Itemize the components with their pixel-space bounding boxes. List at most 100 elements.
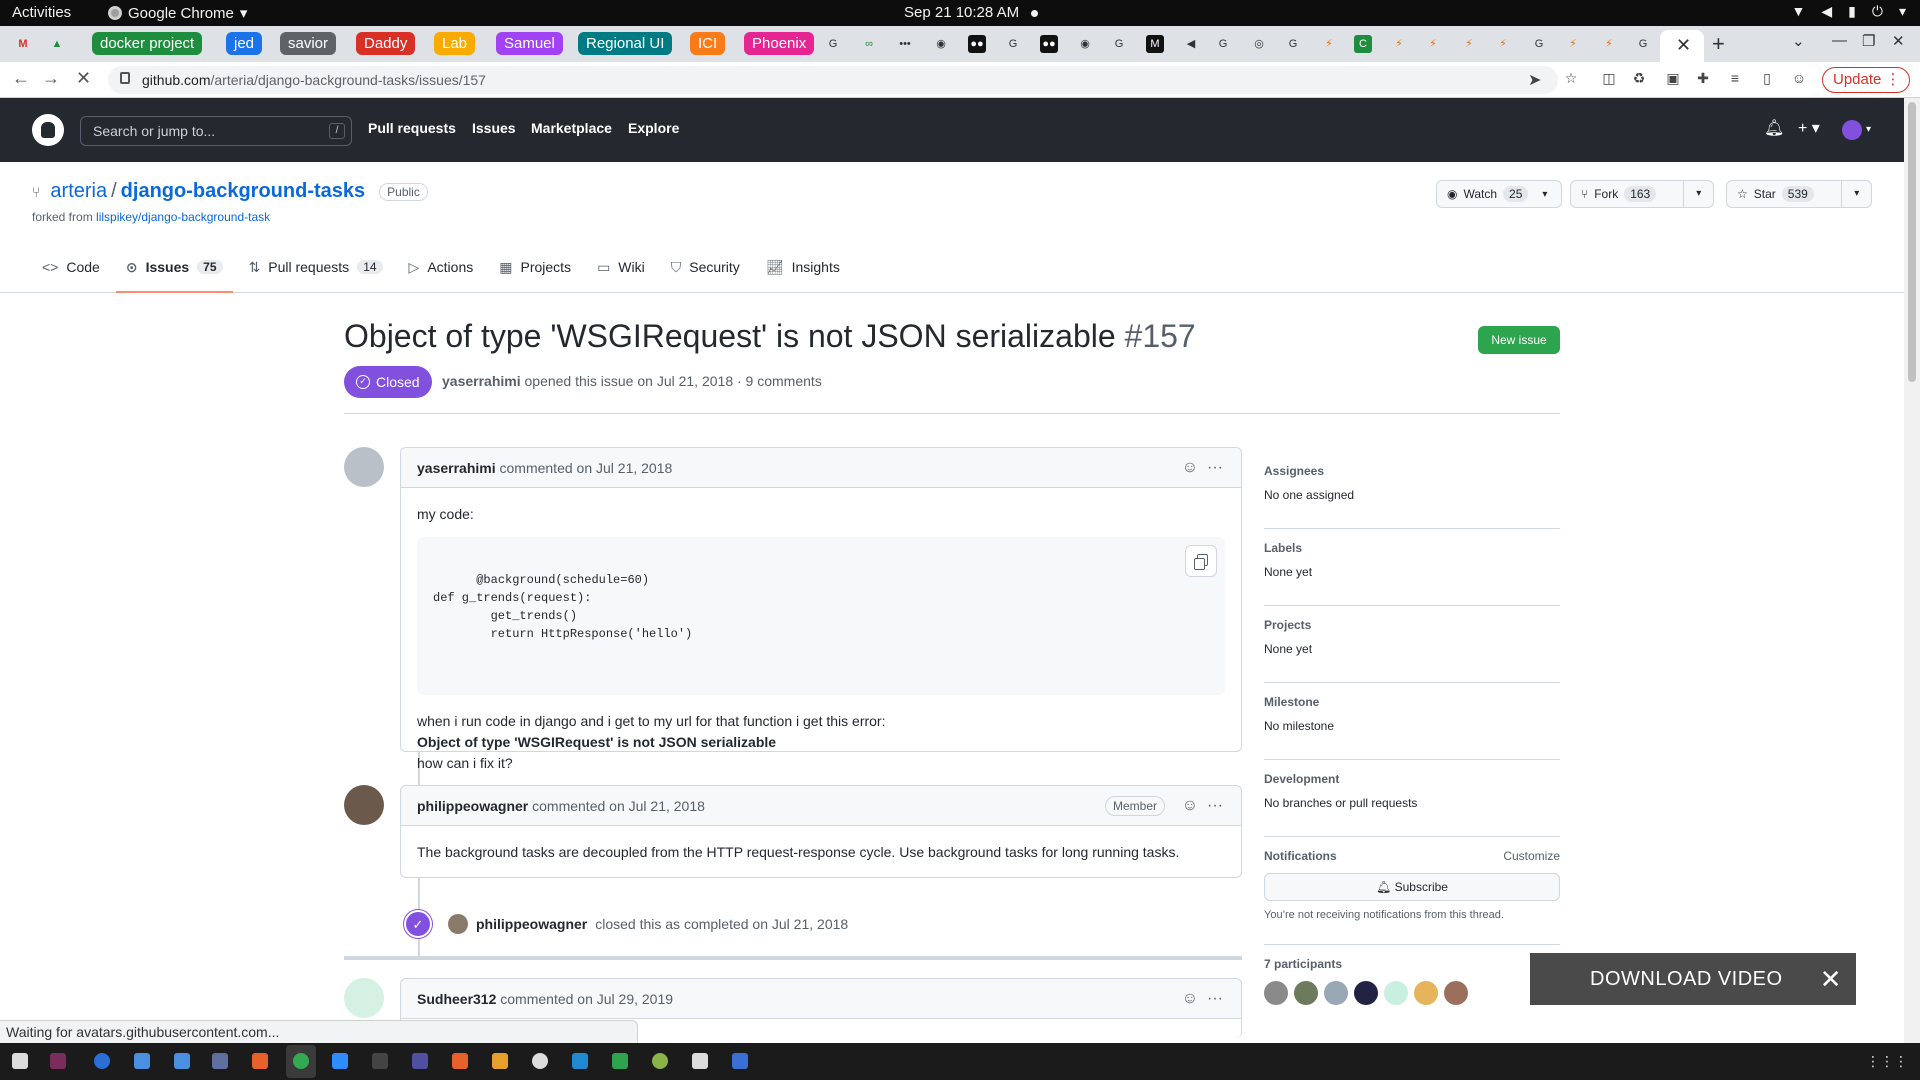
- tab-group-savior[interactable]: savior: [280, 32, 337, 55]
- lock-icon[interactable]: [120, 72, 130, 84]
- tab-favicon[interactable]: ⚡: [1600, 35, 1618, 53]
- customize-link[interactable]: Customize: [1503, 849, 1560, 863]
- active-tab[interactable]: ✕: [1660, 30, 1704, 62]
- chevron-down-icon[interactable]: ▾: [1841, 181, 1871, 207]
- tab-group-docker-project[interactable]: docker project: [92, 32, 203, 55]
- avatar[interactable]: [1294, 981, 1318, 1005]
- files-icon[interactable]: [12, 1053, 28, 1069]
- comment-author-link[interactable]: yaserrahimi: [417, 460, 496, 476]
- gmail-icon[interactable]: M: [14, 35, 32, 53]
- app-icon[interactable]: [252, 1053, 268, 1069]
- tab-favicon[interactable]: ⚡: [1390, 35, 1408, 53]
- google-tab-icon[interactable]: G: [1110, 35, 1128, 53]
- chevron-down-icon[interactable]: ▾: [1866, 124, 1871, 135]
- kebab-menu-icon[interactable]: ···: [1207, 990, 1223, 1007]
- new-tab-button[interactable]: +: [1712, 31, 1725, 57]
- sidebar-milestone[interactable]: Milestone No milestone: [1264, 683, 1560, 760]
- tab-favicon[interactable]: ⚡: [1460, 35, 1478, 53]
- back-icon[interactable]: ←: [12, 68, 30, 89]
- tab-group-ici[interactable]: ICI: [690, 32, 726, 55]
- nav-explore[interactable]: Explore: [628, 120, 679, 136]
- address-bar[interactable]: github.com/arteria/django-background-tas…: [108, 66, 1558, 94]
- repo-name-link[interactable]: django-background-tasks: [121, 180, 365, 203]
- drive-icon[interactable]: ▲: [48, 35, 66, 53]
- create-new-icon[interactable]: + ▾: [1798, 118, 1820, 138]
- avatar[interactable]: [1384, 981, 1408, 1005]
- app-icon[interactable]: [612, 1053, 628, 1069]
- profile-avatar[interactable]: ☺: [1790, 70, 1808, 88]
- tab-favicon[interactable]: ⚡: [1564, 35, 1582, 53]
- google-tab-icon[interactable]: G: [1214, 35, 1232, 53]
- tab-issues[interactable]: ⊙ Issues 75: [115, 242, 233, 293]
- nav-pull-requests[interactable]: Pull requests: [368, 120, 456, 136]
- download-video-button[interactable]: DOWNLOAD VIDEO ✕: [1530, 953, 1856, 1005]
- google-tab-icon[interactable]: G: [1284, 35, 1302, 53]
- sidebar-projects[interactable]: Projects None yet: [1264, 606, 1560, 683]
- fork-button[interactable]: ⑂ Fork 163 ▾: [1570, 180, 1714, 208]
- tab-favicon[interactable]: •••: [896, 35, 914, 53]
- tab-favicon[interactable]: C: [1354, 35, 1372, 53]
- repo-owner-link[interactable]: arteria: [50, 180, 107, 203]
- reading-list-icon[interactable]: ≡: [1726, 70, 1744, 88]
- google-tab-icon[interactable]: G: [1004, 35, 1022, 53]
- tab-group-jed[interactable]: jed: [226, 32, 263, 55]
- app-icon[interactable]: [412, 1053, 428, 1069]
- avatar[interactable]: [1414, 981, 1438, 1005]
- extension-icon[interactable]: ◫: [1600, 70, 1618, 88]
- app-icon[interactable]: [492, 1053, 508, 1069]
- update-button[interactable]: Update ⋮: [1822, 67, 1910, 93]
- scrollbar-thumb[interactable]: [1908, 102, 1916, 382]
- google-tab-icon[interactable]: G: [824, 35, 842, 53]
- forked-from-link[interactable]: lilspikey/django-background-task: [96, 210, 270, 224]
- nav-issues[interactable]: Issues: [472, 120, 516, 136]
- avatar[interactable]: [344, 447, 384, 487]
- show-apps-icon[interactable]: ⋮⋮⋮: [1866, 1053, 1908, 1070]
- tab-insights[interactable]: 📈︎ Insights: [756, 242, 850, 292]
- tab-favicon[interactable]: ●●: [968, 35, 986, 53]
- avatar[interactable]: [1354, 981, 1378, 1005]
- extension-icon[interactable]: ▣: [1664, 70, 1682, 88]
- avatar[interactable]: [1264, 981, 1288, 1005]
- kebab-menu-icon[interactable]: ···: [1207, 459, 1223, 476]
- audio-tab-icon[interactable]: ◀: [1182, 35, 1200, 53]
- clock[interactable]: Sep 21 10:28 AM: [904, 4, 1019, 21]
- avatar[interactable]: [344, 978, 384, 1018]
- close-tab-icon[interactable]: ✕: [1676, 35, 1691, 56]
- app-menu[interactable]: Google Chrome ▾: [108, 4, 247, 22]
- app-icon[interactable]: [532, 1053, 548, 1069]
- tab-favicon[interactable]: ◉: [932, 35, 950, 53]
- help-icon[interactable]: [94, 1053, 110, 1069]
- google-tab-icon[interactable]: G: [1634, 35, 1652, 53]
- star-bookmark-icon[interactable]: ☆: [1562, 70, 1580, 88]
- sidebar-assignees[interactable]: Assignees No one assigned: [1264, 452, 1560, 529]
- stop-icon[interactable]: ✕: [76, 68, 91, 89]
- chevron-down-icon[interactable]: ▾: [1683, 181, 1713, 207]
- tab-favicon[interactable]: ◉: [1076, 35, 1094, 53]
- app-icon[interactable]: [692, 1053, 708, 1069]
- watch-button[interactable]: ◉ Watch 25 ▾: [1436, 180, 1562, 208]
- chrome-icon[interactable]: [293, 1053, 309, 1069]
- nav-marketplace[interactable]: Marketplace: [531, 120, 612, 136]
- tab-search-icon[interactable]: ⌄: [1792, 32, 1805, 50]
- document-icon[interactable]: [174, 1053, 190, 1069]
- puzzle-icon[interactable]: ✚: [1694, 70, 1712, 88]
- close-window-icon[interactable]: ✕: [1892, 32, 1905, 50]
- tab-pull-requests[interactable]: ⇅ Pull requests 14: [239, 242, 393, 292]
- copy-icon[interactable]: [1185, 545, 1217, 577]
- tab-code[interactable]: <> Code: [32, 242, 110, 292]
- zoom-icon[interactable]: [332, 1053, 348, 1069]
- new-issue-button[interactable]: New issue: [1478, 326, 1560, 354]
- tab-security[interactable]: ⛉ Security: [661, 242, 750, 292]
- restore-icon[interactable]: ❐: [1862, 32, 1875, 50]
- side-panel-icon[interactable]: ▯: [1758, 70, 1776, 88]
- tab-wiki[interactable]: ▭ Wiki: [587, 242, 655, 292]
- tab-favicon[interactable]: M: [1146, 35, 1164, 53]
- tab-projects[interactable]: ▦ Projects: [489, 242, 581, 292]
- app-icon[interactable]: [732, 1053, 748, 1069]
- tab-group-regional-ui[interactable]: Regional UI: [578, 32, 673, 55]
- system-tray[interactable]: ▼ ◀ ▮ ⏻ ▾: [1792, 3, 1906, 20]
- app-icon[interactable]: [212, 1053, 228, 1069]
- tab-favicon[interactable]: ⚡: [1320, 35, 1338, 53]
- google-tab-icon[interactable]: G: [1530, 35, 1548, 53]
- vscode-icon[interactable]: [572, 1053, 588, 1069]
